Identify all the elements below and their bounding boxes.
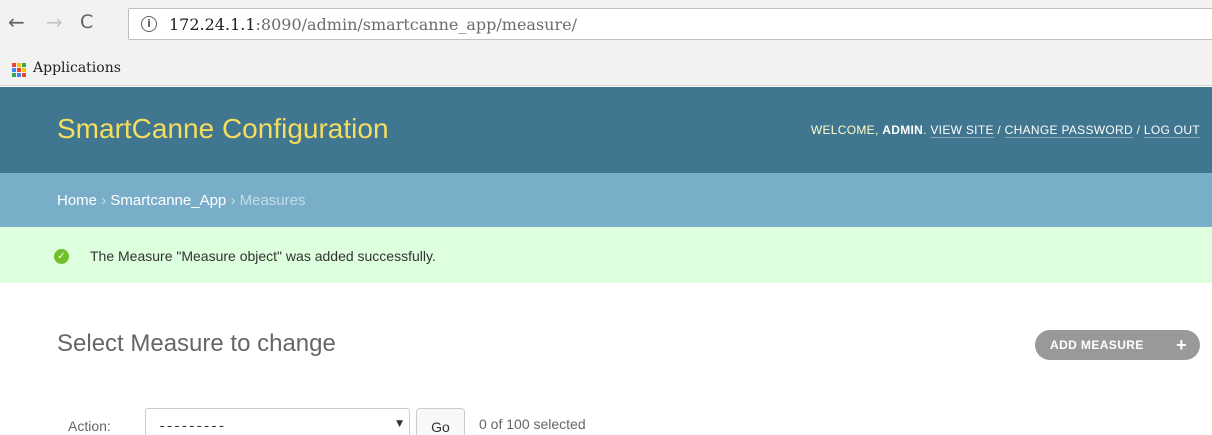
forward-arrow-icon[interactable]: → <box>46 12 63 32</box>
breadcrumb-home[interactable]: Home <box>57 192 97 209</box>
user-tools: WELCOME, ADMIN. VIEW SITE / CHANGE PASSW… <box>810 123 1200 138</box>
plus-icon: + <box>1176 335 1187 355</box>
breadcrumb-app[interactable]: Smartcanne_App <box>110 192 226 209</box>
url-host: 172.24.1.1 <box>169 15 256 34</box>
action-label: Action: <box>68 418 111 434</box>
chevron-down-icon: ▼ <box>396 419 403 429</box>
message-text: The Measure "Measure object" was added s… <box>90 248 436 264</box>
welcome-text: WELCOME, <box>810 123 879 137</box>
actions-bar: Action: --------- ▼ Go 0 of 100 selected <box>0 400 1212 435</box>
separator: / <box>1136 123 1144 137</box>
address-bar[interactable]: i 172.24.1.1:8090/admin/smartcanne_app/m… <box>128 8 1212 40</box>
url-path: :8090/admin/smartcanne_app/measure/ <box>255 15 577 34</box>
breadcrumb-current: Measures <box>239 192 306 209</box>
site-header: SmartCanne Configuration WELCOME, ADMIN.… <box>0 87 1212 173</box>
site-brand[interactable]: SmartCanne Configuration <box>57 113 389 145</box>
add-measure-label: ADD MEASURE <box>1050 338 1144 352</box>
selection-counter: 0 of 100 selected <box>479 416 586 432</box>
page-title: Select Measure to change <box>57 330 336 357</box>
breadcrumb-separator: › <box>101 192 107 209</box>
breadcrumb-separator: › <box>230 192 236 209</box>
success-message: ✓ The Measure "Measure object" was added… <box>0 227 1212 283</box>
checkmark-icon: ✓ <box>54 249 69 264</box>
url-text[interactable]: 172.24.1.1:8090/admin/smartcanne_app/mea… <box>169 15 577 34</box>
bookmark-applications[interactable]: Applications <box>33 60 121 76</box>
apps-grid-icon[interactable] <box>12 63 26 77</box>
breadcrumb: Home › Smartcanne_App › Measures <box>0 173 1212 227</box>
view-site-link[interactable]: VIEW SITE <box>930 123 994 138</box>
username: ADMIN <box>882 123 924 137</box>
action-select[interactable]: --------- ▼ <box>145 408 410 435</box>
info-icon[interactable]: i <box>141 16 157 32</box>
add-measure-button[interactable]: ADD MEASURE + <box>1035 330 1200 360</box>
go-button[interactable]: Go <box>416 408 465 435</box>
separator: / <box>997 123 1005 137</box>
action-select-value: --------- <box>158 419 226 435</box>
bookmarks-bar: Applications <box>0 52 1212 86</box>
back-arrow-icon[interactable]: ← <box>8 12 25 32</box>
log-out-link[interactable]: LOG OUT <box>1143 123 1200 138</box>
change-password-link[interactable]: CHANGE PASSWORD <box>1004 123 1133 138</box>
browser-toolbar: ← → C i 172.24.1.1:8090/admin/smartcanne… <box>0 0 1212 52</box>
reload-icon[interactable]: C <box>80 12 93 32</box>
